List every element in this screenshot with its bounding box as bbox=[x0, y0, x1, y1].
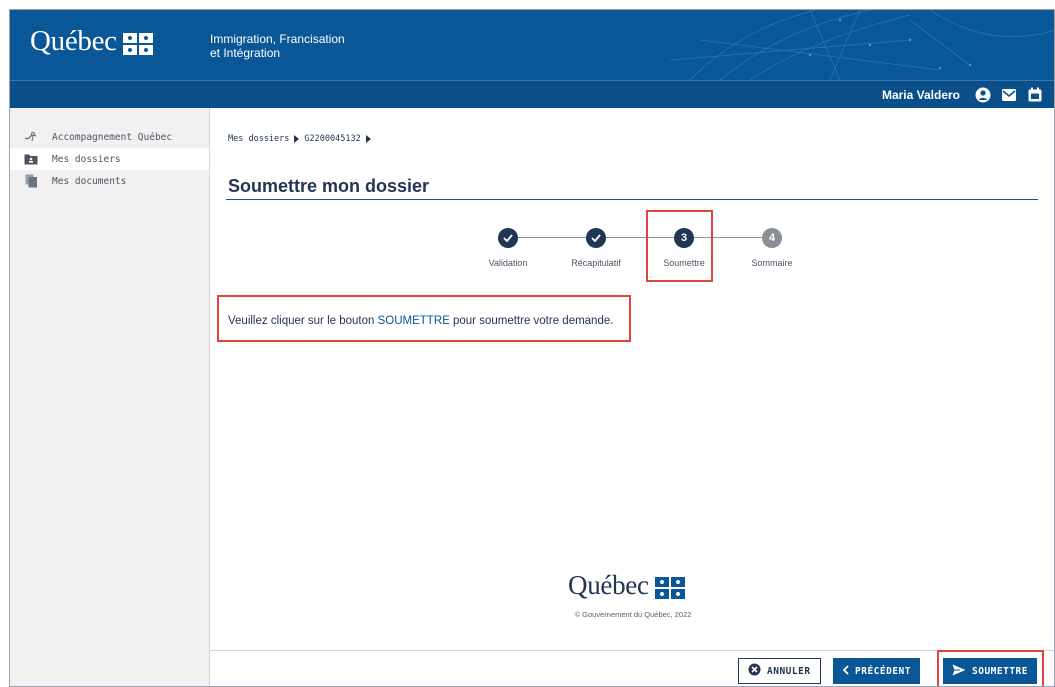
sidebar-item-mes-dossiers[interactable]: Mes dossiers bbox=[10, 148, 209, 170]
chevron-left-icon bbox=[842, 664, 849, 678]
instruction-message: Veuillez cliquer sur le bouton SOUMETTRE… bbox=[228, 315, 613, 327]
previous-button[interactable]: PRÉCÉDENT bbox=[833, 658, 920, 684]
sidebar: Accompagnement Québec Mes dossiers Mes d… bbox=[10, 108, 210, 686]
step-label: Récapitulatif bbox=[571, 258, 621, 268]
submit-button-label: SOUMETTRE bbox=[972, 665, 1028, 677]
handshake-icon bbox=[24, 130, 38, 144]
fleurdelise-icon bbox=[122, 32, 153, 55]
quebec-logo[interactable]: Québec bbox=[30, 25, 153, 58]
department-line-2: et Intégration bbox=[210, 46, 281, 60]
user-bar: Maria Valdero bbox=[10, 80, 1054, 108]
message-text-after: pour soumettre votre demande. bbox=[449, 315, 614, 327]
step-soumettre: 3 Soumettre bbox=[639, 226, 729, 268]
page-title: Soumettre mon dossier bbox=[228, 176, 430, 196]
breadcrumb-item-dossier[interactable]: G2200045132 bbox=[304, 134, 360, 144]
message-highlight: SOUMETTRE bbox=[377, 315, 450, 327]
globe-decoration bbox=[669, 10, 1054, 80]
step-label: Validation bbox=[488, 258, 528, 268]
department-name: Immigration, Francisation et Intégration bbox=[210, 32, 345, 60]
previous-button-label: PRÉCÉDENT bbox=[855, 665, 911, 677]
documents-icon bbox=[24, 174, 38, 188]
breadcrumb: Mes dossiers G2200045132 bbox=[228, 134, 371, 144]
user-name[interactable]: Maria Valdero bbox=[882, 88, 960, 102]
folder-user-icon bbox=[24, 152, 38, 166]
copyright-text: © Gouvernement du Québec, 2022 bbox=[574, 610, 692, 619]
close-circle-icon bbox=[748, 663, 761, 679]
sidebar-item-accompagnement[interactable]: Accompagnement Québec bbox=[10, 126, 209, 148]
chevron-right-icon bbox=[294, 135, 300, 143]
header-bar: Québec Immigration, Francisation et Inté… bbox=[10, 10, 1054, 80]
user-circle-icon[interactable] bbox=[974, 86, 992, 104]
message-text-before: Veuillez cliquer sur le bouton bbox=[228, 315, 378, 327]
action-bar: ANNULER PRÉCÉDENT SOUMETTRE bbox=[210, 650, 1054, 686]
chevron-right-icon bbox=[365, 135, 371, 143]
calendar-icon[interactable] bbox=[1026, 86, 1044, 104]
sidebar-item-mes-documents[interactable]: Mes documents bbox=[10, 170, 209, 192]
send-icon bbox=[952, 664, 966, 679]
title-divider bbox=[226, 199, 1038, 200]
main-content: Mes dossiers G2200045132 Soumettre mon d… bbox=[210, 108, 1054, 650]
department-line-1: Immigration, Francisation bbox=[210, 32, 345, 46]
sidebar-item-label: Mes dossiers bbox=[52, 153, 121, 165]
fleurdelise-icon bbox=[654, 576, 685, 599]
cancel-button-label: ANNULER bbox=[767, 665, 811, 677]
step-validation: Validation bbox=[463, 226, 553, 268]
check-icon bbox=[586, 228, 606, 248]
cancel-button[interactable]: ANNULER bbox=[738, 658, 821, 684]
step-number: 3 bbox=[674, 228, 694, 248]
mail-icon[interactable] bbox=[1000, 86, 1018, 104]
sidebar-item-label: Accompagnement Québec bbox=[52, 131, 173, 143]
breadcrumb-item-mes-dossiers[interactable]: Mes dossiers bbox=[228, 134, 289, 144]
footer-logo-wordmark: Québec bbox=[568, 570, 649, 600]
progress-stepper: Validation Récapitulatif 3 Soumettre 4 S… bbox=[470, 226, 810, 286]
logo-wordmark: Québec bbox=[30, 25, 117, 57]
footer-quebec-logo: Québec bbox=[568, 570, 685, 601]
check-icon bbox=[498, 228, 518, 248]
step-sommaire: 4 Sommaire bbox=[727, 226, 817, 268]
step-label: Soumettre bbox=[663, 258, 705, 268]
sidebar-item-label: Mes documents bbox=[52, 175, 127, 187]
submit-button[interactable]: SOUMETTRE bbox=[943, 658, 1037, 684]
app-window: Québec Immigration, Francisation et Inté… bbox=[9, 9, 1055, 687]
step-label: Sommaire bbox=[751, 258, 793, 268]
step-number: 4 bbox=[762, 228, 782, 248]
step-recapitulatif: Récapitulatif bbox=[551, 226, 641, 268]
